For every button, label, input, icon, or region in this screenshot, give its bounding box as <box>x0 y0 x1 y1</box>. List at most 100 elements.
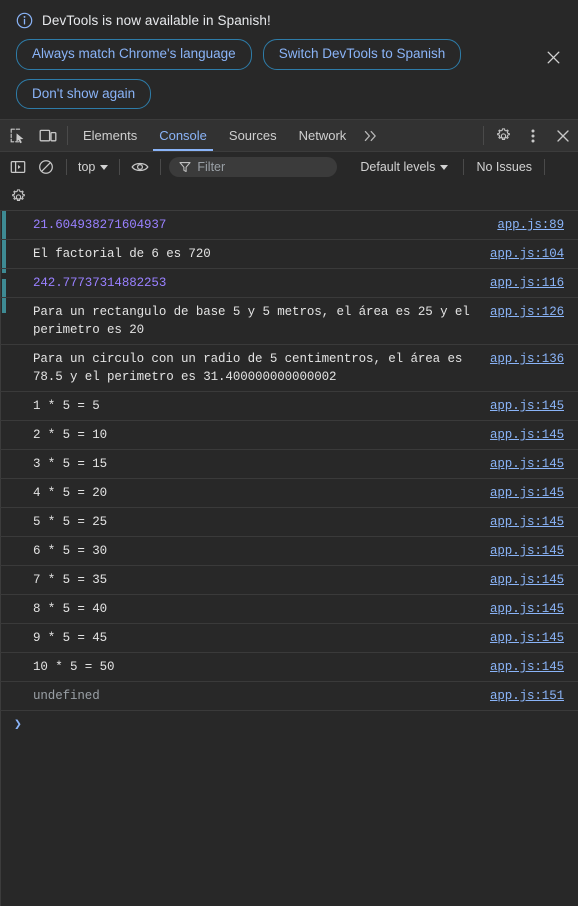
filterbar-divider-5 <box>544 159 546 175</box>
tabbar-divider-right <box>483 126 484 145</box>
tab-console[interactable]: Console <box>148 120 218 151</box>
console-filter-field[interactable] <box>169 157 338 177</box>
console-message-text: undefined <box>33 689 100 703</box>
always-match-chrome-language-button[interactable]: Always match Chrome's language <box>16 39 252 70</box>
console-message-row: 4 * 5 = 20 app.js:145 <box>0 479 578 508</box>
toggle-device-toolbar-button[interactable] <box>33 120 63 151</box>
chevron-down-icon <box>440 164 449 170</box>
infobar-close-button[interactable] <box>540 44 566 70</box>
console-message-text: 2 * 5 = 10 <box>33 428 108 442</box>
info-circle-icon <box>16 12 33 29</box>
infobar-message-row: DevTools is now available in Spanish! <box>10 12 568 29</box>
execution-context-label: top <box>78 160 96 174</box>
tab-network[interactable]: Network <box>288 120 358 151</box>
console-filter-toolbar: top Default levels No Issues <box>0 152 578 182</box>
devtools-close-button[interactable] <box>548 120 578 151</box>
filterbar-divider-3 <box>160 159 162 175</box>
console-message-source-link[interactable]: app.js:136 <box>490 350 564 368</box>
console-message-source-link[interactable]: app.js:89 <box>497 216 564 234</box>
console-message-source-link[interactable]: app.js:126 <box>490 303 564 321</box>
filterbar-divider-2 <box>119 159 121 175</box>
console-message-source-link[interactable]: app.js:145 <box>490 455 564 473</box>
devtools-window: DevTools is now available in Spanish! Al… <box>0 0 578 906</box>
console-message-row: 10 * 5 = 50 app.js:145 <box>0 653 578 682</box>
tabbar-spacer <box>385 120 479 151</box>
console-message-source-link[interactable]: app.js:145 <box>490 658 564 676</box>
device-toolbar-icon <box>39 129 57 141</box>
console-message-text: 3 * 5 = 15 <box>33 457 108 471</box>
console-message-source-link[interactable]: app.js:145 <box>490 484 564 502</box>
devtools-main-menu-button[interactable] <box>518 120 548 151</box>
console-message-source-link[interactable]: app.js:151 <box>490 687 564 705</box>
tab-sources[interactable]: Sources <box>218 120 288 151</box>
console-message-source-link[interactable]: app.js:145 <box>490 542 564 560</box>
console-message-text: 9 * 5 = 45 <box>33 631 108 645</box>
gear-icon <box>496 128 510 141</box>
filterbar-divider-1 <box>66 159 67 175</box>
tab-network-label: Network <box>298 128 347 143</box>
switch-devtools-to-spanish-button[interactable]: Switch DevTools to Spanish <box>262 39 462 70</box>
create-live-expression-button[interactable] <box>126 155 154 179</box>
dont-show-again-button[interactable]: Don't show again <box>16 78 152 109</box>
gear-icon <box>11 188 25 201</box>
console-message-text: El factorial de 6 es 720 <box>33 247 211 261</box>
console-message-row: El factorial de 6 es 720 app.js:104 <box>0 240 578 269</box>
console-message-source-link[interactable]: app.js:104 <box>490 245 564 263</box>
inspect-element-icon <box>10 128 24 143</box>
console-message-source-link[interactable]: app.js:116 <box>490 274 564 292</box>
console-message-text: Para un rectangulo de base 5 y 5 metros,… <box>33 305 478 337</box>
console-message-row: 3 * 5 = 15 app.js:145 <box>0 450 578 479</box>
toggle-console-sidebar-button[interactable] <box>4 155 32 179</box>
tab-elements-label: Elements <box>83 128 138 143</box>
filterbar-divider-4 <box>463 159 465 175</box>
console-message-source-link[interactable]: app.js:145 <box>490 397 564 415</box>
console-message-source-link[interactable]: app.js:145 <box>490 600 564 618</box>
console-message-source-link[interactable]: app.js:145 <box>490 513 564 531</box>
console-message-source-link[interactable]: app.js:145 <box>490 571 564 589</box>
console-message-text: 10 * 5 = 50 <box>33 660 115 674</box>
tab-sources-label: Sources <box>228 128 277 143</box>
execution-context-selector[interactable]: top <box>73 158 113 176</box>
console-message-text: 7 * 5 = 35 <box>33 573 108 587</box>
console-message-list[interactable]: 21.604938271604937 app.js:89 El factorial … <box>0 211 578 906</box>
language-infobar: DevTools is now available in Spanish! Al… <box>0 0 578 120</box>
console-message-source-link[interactable]: app.js:145 <box>490 426 564 444</box>
close-icon <box>557 129 569 142</box>
tab-elements[interactable]: Elements <box>72 120 148 151</box>
log-levels-label: Default levels <box>360 160 436 174</box>
console-message-row: Para un circulo con un radio de 5 centim… <box>0 345 578 392</box>
inspect-element-button[interactable] <box>3 120 33 151</box>
prompt-caret-icon: ❯ <box>14 717 22 732</box>
console-message-text: 8 * 5 = 40 <box>33 602 108 616</box>
console-settings-button[interactable] <box>4 184 32 208</box>
console-message-text: 5 * 5 = 25 <box>33 515 108 529</box>
console-message-text: 6 * 5 = 30 <box>33 544 108 558</box>
console-sidebar-icon <box>10 160 26 174</box>
console-message-row: 8 * 5 = 40 app.js:145 <box>0 595 578 624</box>
three-dots-vertical-icon <box>531 129 535 142</box>
console-prompt-input[interactable] <box>30 717 564 733</box>
chevron-down-icon <box>100 164 109 170</box>
console-filter-input[interactable] <box>197 160 328 174</box>
clear-console-icon <box>39 160 53 174</box>
console-message-row: 9 * 5 = 45 app.js:145 <box>0 624 578 653</box>
console-message-text: 21.604938271604937 <box>33 218 167 232</box>
clear-console-button[interactable] <box>32 155 60 179</box>
devtools-tabbar: Elements Console Sources Network <box>0 120 578 152</box>
console-message-row: 7 * 5 = 35 app.js:145 <box>0 566 578 595</box>
console-message-text: 242.77737314882253 <box>33 276 167 290</box>
console-output-panel: 21.604938271604937 app.js:89 El factorial … <box>0 211 578 906</box>
log-levels-selector[interactable]: Default levels <box>355 158 453 176</box>
console-message-row: 2 * 5 = 10 app.js:145 <box>0 421 578 450</box>
console-message-source-link[interactable]: app.js:145 <box>490 629 564 647</box>
console-prompt-row[interactable]: ❯ <box>0 711 578 745</box>
more-tabs-button[interactable] <box>357 120 385 151</box>
devtools-settings-button[interactable] <box>488 120 518 151</box>
console-messages: 21.604938271604937 app.js:89 El factorial … <box>0 211 578 711</box>
issues-counter-button[interactable]: No Issues <box>470 158 538 176</box>
close-icon <box>547 51 559 63</box>
filter-funnel-icon <box>179 162 191 173</box>
console-message-row: 1 * 5 = 5 app.js:145 <box>0 392 578 421</box>
chevron-double-right-icon <box>365 130 377 141</box>
console-message-text: 1 * 5 = 5 <box>33 399 100 413</box>
